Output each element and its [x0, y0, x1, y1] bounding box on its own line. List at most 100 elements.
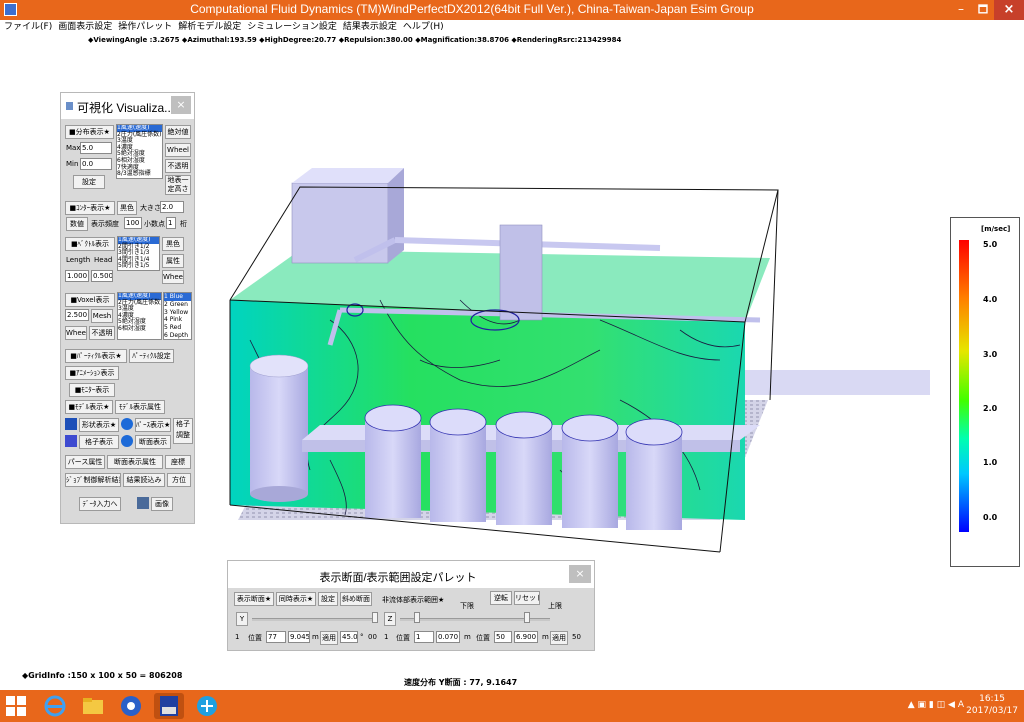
job-results-button[interactable]: ｼﾞｮﾌﾞ制御解析結果 — [65, 473, 121, 487]
menu-help[interactable]: ヘルプ(H) — [403, 20, 444, 34]
voxel-list[interactable]: 1風速(速度) 2圧力(風圧係数) 3温度 4濃度 5絶対湿度 6相対湿度 — [117, 292, 162, 340]
list-item[interactable]: 4 Pink — [164, 316, 191, 324]
app-cyan-icon[interactable] — [192, 693, 222, 719]
oblique-section-button[interactable]: 斜め断面 — [340, 592, 372, 606]
ground-height-button[interactable]: 地表一定高さ — [165, 175, 191, 195]
length-input[interactable]: 1.000 — [65, 270, 89, 282]
menu-result-settings[interactable]: 結果表示設定 — [343, 20, 397, 34]
voxel-wheel-button[interactable]: Wheel — [65, 326, 87, 340]
voxel-opaque-button[interactable]: 不透明 — [89, 326, 115, 340]
nonfluid-range-label: 非流体部表示範囲★ — [382, 596, 445, 604]
max-input[interactable]: 5.0 — [80, 142, 112, 154]
section-slider-track[interactable] — [252, 618, 376, 621]
range-lower-thumb[interactable] — [414, 612, 420, 623]
system-tray[interactable]: ▲ ▣ ▮ ◫ ◀ A — [908, 700, 964, 710]
vector-attr-button[interactable]: 属性 — [162, 254, 184, 268]
reset-button[interactable]: リセット — [514, 591, 540, 605]
data-input-button[interactable]: ﾃﾞｰﾀ入力へ — [79, 497, 121, 511]
clock[interactable]: 16:15 2017/03/17 — [966, 693, 1018, 717]
decimal-input[interactable]: 1 — [166, 217, 176, 229]
distribution-toggle[interactable]: ■分布表示★ — [65, 125, 114, 139]
apply-range-button[interactable]: 適用 — [550, 631, 568, 645]
voxel-color-list[interactable]: 1 Blue 2 Green 3 Yellow 4 Pink 5 Red 6 D… — [163, 292, 192, 340]
display-section-button[interactable]: 表示断面★ — [234, 592, 274, 606]
section-attr-button[interactable]: 断面表示属性 — [107, 455, 163, 469]
list-item[interactable]: 2 Green — [164, 301, 191, 309]
maximize-button[interactable]: 🗖 — [973, 0, 993, 20]
animation-toggle[interactable]: ■ｱﾆﾒｰｼｮﾝ表示 — [65, 366, 119, 380]
list-item[interactable]: 5間引き1/5 — [118, 263, 159, 270]
vector-black-button[interactable]: 黒色 — [162, 237, 184, 251]
upper-position-input[interactable]: 50 — [494, 631, 512, 643]
axis-z-button[interactable]: Z — [384, 612, 396, 626]
viz-close-button[interactable]: × — [171, 96, 191, 114]
lower-position-input[interactable]: 1 — [414, 631, 434, 643]
freq-input[interactable]: 100 — [124, 217, 142, 229]
vector-list[interactable]: 1風速(速度) 2間引き1/2 3間引き1/3 4間引き1/4 5間引き1/5 — [117, 236, 160, 271]
list-item[interactable]: 8/3温感指標 — [117, 171, 162, 178]
value-button[interactable]: 数値 — [66, 217, 88, 231]
axis-y-button[interactable]: Y — [236, 612, 248, 626]
vector-wheel-button[interactable]: Wheel — [162, 270, 184, 284]
apply-button[interactable]: 適用 — [320, 631, 338, 645]
image-button[interactable]: 画像 — [151, 497, 173, 511]
min-input[interactable]: 0.0 — [80, 158, 112, 170]
distribution-list[interactable]: 1風速(速度) 2圧力(風圧係数) 3温度 4濃度 5絶対湿度 6相対湿度 7快… — [116, 124, 163, 179]
menu-simulation-settings[interactable]: シミュレーション設定 — [247, 20, 337, 34]
list-item[interactable]: 6相対湿度 — [118, 325, 161, 333]
windperfect-dx-icon[interactable] — [154, 693, 184, 719]
menu-display-settings[interactable]: 画面表示設定 — [58, 20, 112, 34]
perspective-display-button[interactable]: ﾊﾟｰｽ表示★ — [135, 418, 171, 432]
app-blue-icon[interactable] — [116, 693, 146, 719]
angle-input[interactable]: 45.0 — [340, 631, 358, 643]
grid-adjust-button[interactable]: 格子調整 — [173, 418, 193, 444]
lower-meter-input[interactable]: 0.070 — [436, 631, 460, 643]
model-attr-button[interactable]: ﾓﾃﾞﾙ表示属性 — [115, 400, 165, 414]
contour-toggle[interactable]: ■ｺﾝﾀｰ表示★ — [65, 201, 115, 215]
section-close-button[interactable]: × — [569, 565, 591, 583]
simultaneous-display-button[interactable]: 同時表示★ — [276, 592, 316, 606]
perspective-attr-button[interactable]: パース属性 — [65, 455, 105, 469]
range-upper-thumb[interactable] — [524, 612, 530, 623]
menu-file[interactable]: ファイル(F) — [4, 20, 52, 34]
monitor-toggle[interactable]: ■ﾓﾆﾀｰ表示 — [69, 383, 115, 397]
section-slider-thumb[interactable] — [372, 612, 378, 623]
minimize-button[interactable]: – — [950, 0, 972, 20]
position-meter-input[interactable]: 9.045 — [288, 631, 310, 643]
settings-button[interactable]: 設定 — [73, 175, 105, 189]
ie-icon[interactable] — [40, 693, 70, 719]
particle-settings-button[interactable]: ﾊﾟｰﾃｨｸﾙ設定 — [129, 349, 174, 363]
direction-button[interactable]: 方位 — [167, 473, 191, 487]
read-results-button[interactable]: 結果読込み — [123, 473, 165, 487]
position-input[interactable]: 77 — [266, 631, 286, 643]
reverse-button[interactable]: 逆転 — [490, 591, 512, 605]
menu-operation-palette[interactable]: 操作パレット — [118, 20, 172, 34]
list-item[interactable]: 3 Yellow — [164, 309, 191, 317]
shape-display-button[interactable]: 形状表示★ — [79, 418, 119, 432]
absolute-value-button[interactable]: 絶対値 — [165, 125, 191, 139]
section-setting-button[interactable]: 設定 — [318, 592, 338, 606]
section-display-button[interactable]: 断面表示 — [135, 435, 171, 449]
wheel-button[interactable]: Wheel — [165, 143, 191, 157]
vector-toggle[interactable]: ■ﾍﾞｸﾄﾙ表示 — [65, 237, 115, 251]
list-item[interactable]: 6 Depth — [164, 332, 191, 339]
upper-meter-input[interactable]: 6.900 — [514, 631, 538, 643]
menu-model-settings[interactable]: 解析モデル設定 — [178, 20, 241, 34]
start-button[interactable] — [6, 696, 26, 716]
close-button[interactable]: × — [994, 0, 1024, 20]
list-item[interactable]: 5 Red — [164, 324, 191, 332]
particle-toggle[interactable]: ■ﾊﾟｰﾃｨｸﾙ表示★ — [65, 349, 127, 363]
mesh-button[interactable]: Mesh — [91, 309, 113, 323]
section-plane-top — [230, 250, 770, 322]
voxel-toggle[interactable]: ■Voxel表示 — [65, 293, 115, 307]
voxel-input[interactable]: 2.500 — [65, 309, 89, 321]
coordinate-button[interactable]: 座標 — [165, 455, 191, 469]
size-input[interactable]: 2.0 — [160, 201, 184, 213]
file-explorer-icon[interactable] — [78, 693, 108, 719]
model-display-toggle[interactable]: ■ﾓﾃﾞﾙ表示★ — [65, 400, 113, 414]
grid-display-button[interactable]: 格子表示 — [79, 435, 119, 449]
opaque-button[interactable]: 不透明 — [165, 159, 191, 173]
head-input[interactable]: 0.500 — [91, 270, 113, 282]
contour-black-button[interactable]: 黒色 — [117, 201, 137, 215]
list-item[interactable]: 1 Blue — [164, 293, 191, 301]
